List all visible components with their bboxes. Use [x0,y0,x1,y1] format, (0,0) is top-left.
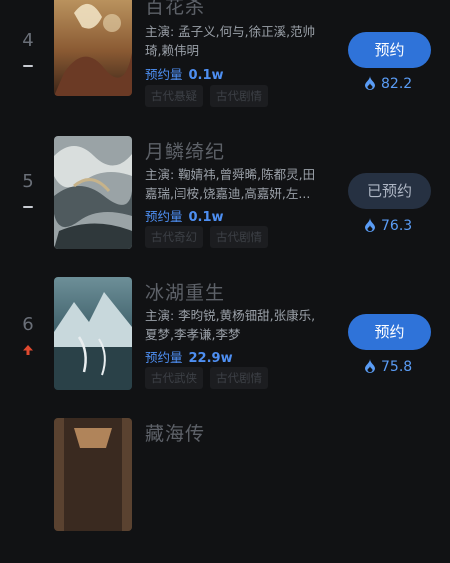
heat-value: 76.3 [381,218,413,234]
list-item[interactable]: 6 冰湖重生 主演: 李昀锐,黄杨钿甜,张康乐,夏梦,李孝谦,李梦 预约量 22.… [0,277,450,422]
reserve-button[interactable]: 预约 [348,314,431,350]
appointment-count: 预约量 22.9w [145,347,233,366]
rank-number: 4 [22,30,34,51]
heat-value: 82.2 [381,76,413,92]
appointment-value: 0.1w [188,210,224,225]
poster-image[interactable] [54,277,132,390]
trend-up-icon [20,342,36,358]
appointment-value: 22.9w [188,351,233,366]
rank-number: 6 [22,314,34,335]
reserved-button[interactable]: 已预约 [348,173,431,209]
appointment-count: 预约量 0.1w [145,64,224,83]
heat-value: 75.8 [381,359,413,375]
flame-drop-icon [364,218,376,236]
appointment-label: 预约量 [145,67,183,82]
genre-tag[interactable]: 古代剧情 [210,85,268,107]
heat-score: 75.8 [364,359,412,377]
cast-text: 主演: 孟子义,何与,徐正溪,范帅琦,赖伟明 [145,24,316,58]
appointment-count: 预约量 0.1w [145,206,224,225]
appointment-label: 预约量 [145,350,183,365]
show-title[interactable]: 百花杀 [145,0,205,19]
list-item[interactable]: 藏海传 [0,418,450,563]
genre-tag[interactable]: 古代剧情 [210,367,268,389]
cast-text: 主演: 李昀锐,黄杨钿甜,张康乐,夏梦,李孝谦,李梦 [145,308,316,342]
show-title[interactable]: 月鳞绮纪 [145,137,225,164]
show-title[interactable]: 冰湖重生 [145,278,225,305]
list-item[interactable]: 5 月鳞绮纪 主演: 鞠婧祎,曾舜晞,陈都灵,田嘉瑞,闫桉,饶嘉迪,高嘉妍,左.… [0,136,450,281]
poster-image[interactable] [54,0,132,96]
trend-flat-icon [20,199,36,215]
flame-drop-icon [364,76,376,94]
flame-drop-icon [364,359,376,377]
rank-number: 5 [22,171,34,192]
poster-image[interactable] [54,136,132,249]
appointment-label: 预约量 [145,209,183,224]
appointment-value: 0.1w [188,68,224,83]
trend-flat-icon [20,58,36,74]
show-title[interactable]: 藏海传 [145,419,205,446]
poster-image[interactable] [54,418,132,531]
list-item[interactable]: 4 百花杀 主演: 孟子义,何与,徐正溪,范帅琦,赖伟明 预约量 0.1w 古代悬… [0,0,450,140]
genre-tag[interactable]: 古代悬疑 [145,85,203,107]
genre-tag[interactable]: 古代剧情 [210,226,268,248]
genre-tag[interactable]: 古代奇幻 [145,226,203,248]
cast-text: 主演: 鞠婧祎,曾舜晞,陈都灵,田嘉瑞,闫桉,饶嘉迪,高嘉妍,左... [145,167,316,201]
reserve-button[interactable]: 预约 [348,32,431,68]
heat-score: 82.2 [364,76,412,94]
genre-tag[interactable]: 古代武侠 [145,367,203,389]
heat-score: 76.3 [364,218,412,236]
